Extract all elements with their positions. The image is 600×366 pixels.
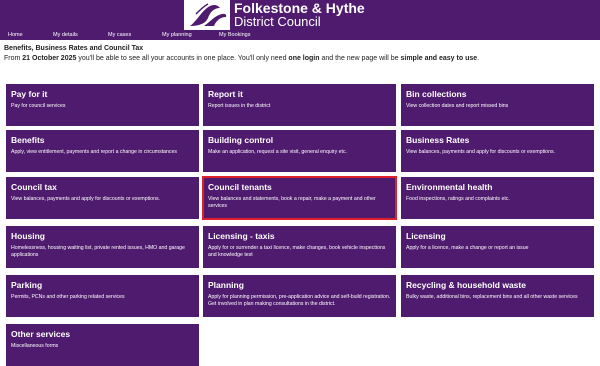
notice-text-2: and the new page will be [319, 55, 401, 62]
card-description: Bulky waste, additional bins, replacemen… [406, 294, 578, 300]
card-title: Planning [208, 280, 244, 290]
card-title: Report it [208, 89, 243, 99]
card-description: Homelessness, housing waiting list, priv… [11, 245, 185, 258]
notice-login: one login [288, 55, 320, 62]
service-card-parking[interactable]: Parking Permits, PCNs and other parking … [6, 275, 199, 317]
nav-my-details[interactable]: My details [53, 31, 78, 40]
card-title: Pay for it [11, 89, 48, 99]
nav-my-cases[interactable]: My cases [108, 31, 131, 40]
service-card-environmental-health[interactable]: Environmental health Food inspections, r… [401, 177, 594, 219]
nav-my-bookings[interactable]: My Bookings [219, 31, 251, 40]
nav-my-planning[interactable]: My planning [162, 31, 192, 40]
card-title: Parking [11, 280, 43, 290]
notice-end: . [477, 55, 480, 62]
council-name: Folkestone & Hythe District Council [234, 1, 365, 29]
service-card-council-tenants[interactable]: Council tenants View balances and statem… [202, 176, 397, 220]
card-description: Miscellaneous forms [11, 343, 59, 349]
card-description: Make an application, request a site visi… [208, 149, 347, 155]
service-card-other-services[interactable]: Other services Miscellaneous forms [6, 324, 199, 366]
service-card-benefits[interactable]: Benefits Apply, view entitlement, paymen… [6, 130, 199, 172]
card-description: Food inspections, ratings and complaints… [406, 196, 510, 202]
card-description: View collection dates and report missed … [406, 103, 509, 109]
notice-date: 21 October 2025 [22, 55, 77, 62]
notice-prefix: From [4, 55, 23, 62]
card-title: Business Rates [406, 135, 470, 145]
notice-text-1: you'll be able to see all your accounts … [76, 55, 289, 62]
card-title: Licensing [406, 231, 446, 241]
service-card-business-rates[interactable]: Business Rates View balances, payments a… [401, 130, 594, 172]
card-description: Apply for a licence, make a change or re… [406, 245, 529, 251]
card-title: Environmental health [406, 182, 493, 192]
notice-body: From 21 October 2025 you'll be able to s… [4, 54, 594, 64]
notice-banner: Benefits, Business Rates and Council Tax… [4, 44, 594, 64]
swan-logo-icon [184, 0, 230, 30]
service-card-licensing[interactable]: Licensing Apply for a licence, make a ch… [401, 226, 594, 268]
card-title: Housing [11, 231, 45, 241]
card-title: Bin collections [406, 89, 467, 99]
card-description: Permits, PCNs and other parking related … [11, 294, 125, 300]
service-card-licensing-taxis[interactable]: Licensing - taxis Apply for or surrender… [203, 226, 396, 268]
card-description: Apply for planning permission, pre-appli… [208, 294, 391, 307]
card-description: View balances, payments and apply for di… [406, 149, 555, 155]
notice-title: Benefits, Business Rates and Council Tax [4, 45, 144, 52]
card-description: Apply, view entitlement, payments and re… [11, 149, 177, 155]
card-description: View balances, payments and apply for di… [11, 196, 160, 202]
service-card-recycling-household-waste[interactable]: Recycling & household waste Bulky waste,… [401, 275, 594, 317]
card-description: Pay for council services [11, 103, 66, 109]
service-card-bin-collections[interactable]: Bin collections View collection dates an… [401, 84, 594, 126]
card-title: Benefits [11, 135, 45, 145]
service-card-council-tax[interactable]: Council tax View balances, payments and … [6, 177, 199, 219]
nav-home[interactable]: Home [8, 31, 23, 40]
service-card-report-it[interactable]: Report it Report issues in the district [203, 84, 396, 126]
card-title: Other services [11, 329, 71, 339]
council-name-line2: District Council [234, 14, 321, 29]
card-description: Report issues in the district [208, 103, 271, 109]
service-card-housing[interactable]: Housing Homelessness, housing waiting li… [6, 226, 199, 268]
card-title: Licensing - taxis [208, 231, 275, 241]
site-header: Folkestone & Hythe District Council Home… [0, 0, 600, 40]
card-title: Council tenants [208, 182, 272, 192]
council-logo[interactable]: Folkestone & Hythe District Council [184, 0, 365, 30]
service-card-planning[interactable]: Planning Apply for planning permission, … [203, 275, 396, 317]
card-description: View balances and statements, book a rep… [208, 196, 376, 209]
council-name-line1: Folkestone & Hythe [234, 0, 365, 16]
card-title: Building control [208, 135, 274, 145]
card-title: Recycling & household waste [406, 280, 526, 290]
main-nav: Home My details My cases My planning My … [0, 31, 600, 40]
card-title: Council tax [11, 182, 57, 192]
service-card-building-control[interactable]: Building control Make an application, re… [203, 130, 396, 172]
notice-simple: simple and easy to use [400, 55, 478, 62]
service-card-pay-for-it[interactable]: Pay for it Pay for council services [6, 84, 199, 126]
card-description: Apply for or surrender a taxi licence, m… [208, 245, 386, 258]
